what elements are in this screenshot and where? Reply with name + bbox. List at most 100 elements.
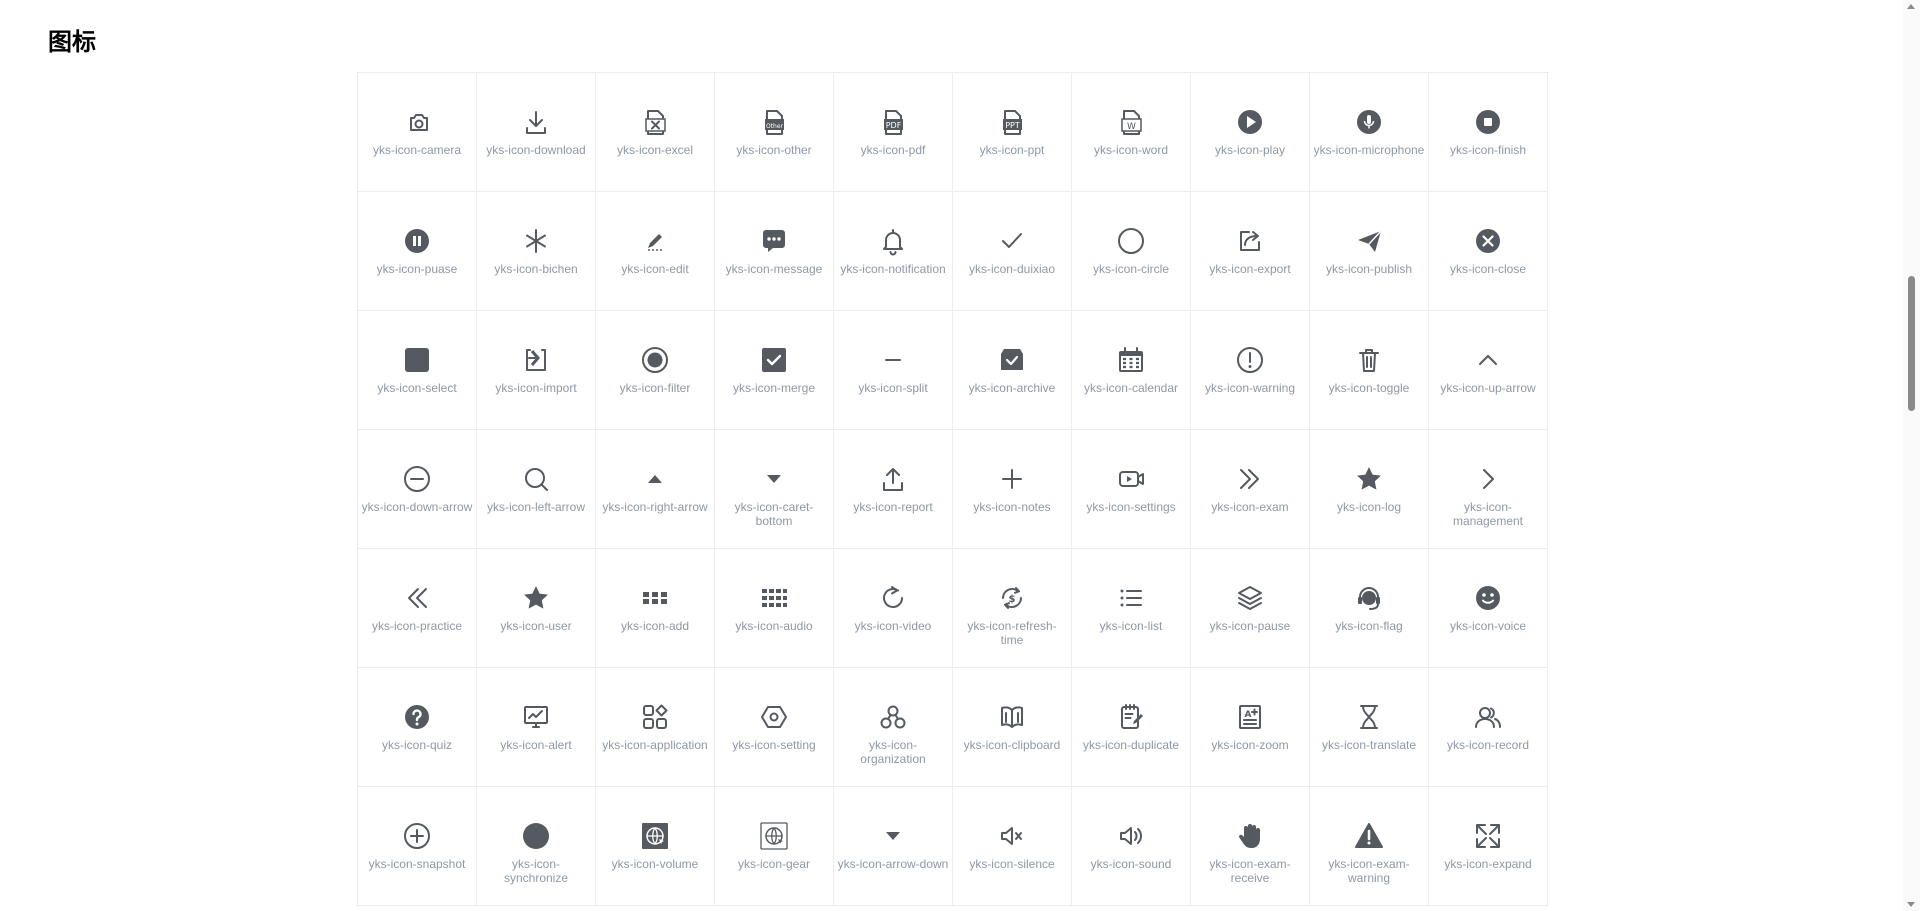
camera-icon: [402, 107, 432, 137]
icon-tile[interactable]: yks-icon-sound: [1072, 787, 1191, 906]
icon-tile[interactable]: yks-icon-expand: [1429, 787, 1548, 906]
icon-tile-label: yks-icon-message: [725, 262, 823, 276]
icon-tile[interactable]: yks-icon-up-arrow: [1429, 311, 1548, 430]
icon-tile[interactable]: yks-icon-archive: [953, 311, 1072, 430]
icon-tile[interactable]: yks-icon-arrow-down: [834, 787, 953, 906]
icon-tile[interactable]: yks-icon-notes: [953, 430, 1072, 549]
icon-tile-label: yks-icon-setting: [732, 738, 816, 752]
speaker-mute-icon: [997, 821, 1027, 851]
icon-tile[interactable]: yks-icon-silence: [953, 787, 1072, 906]
icon-tile-label: yks-icon-filter: [619, 381, 691, 395]
file-pdf-icon: PDF: [878, 107, 908, 137]
icon-tile[interactable]: yks-icon-export: [1191, 192, 1310, 311]
icon-tile-label: yks-icon-warning: [1204, 381, 1296, 395]
icon-tile[interactable]: yks-icon-download: [477, 73, 596, 192]
scroll-thumb[interactable]: [1908, 276, 1915, 411]
icon-tile-label: yks-icon-voice: [1449, 619, 1527, 633]
icon-tile[interactable]: yks-icon-volume: [596, 787, 715, 906]
icon-tile[interactable]: yks-icon-pause: [1191, 549, 1310, 668]
import-box-icon: [521, 345, 551, 375]
users-icon: [1473, 702, 1503, 732]
icon-tile[interactable]: yks-icon-voice: [1429, 549, 1548, 668]
icon-tile-label: yks-icon-silence: [969, 857, 1055, 871]
icon-tile[interactable]: yks-icon-organization: [834, 668, 953, 787]
icon-tile[interactable]: Other yks-icon-other: [715, 73, 834, 192]
icon-tile[interactable]: yks-icon-left-arrow: [477, 430, 596, 549]
icon-tile[interactable]: yks-icon-camera: [358, 73, 477, 192]
icon-tile[interactable]: yks-icon-excel: [596, 73, 715, 192]
icon-tile[interactable]: yks-icon-edit: [596, 192, 715, 311]
hourglass-icon: [1354, 702, 1384, 732]
icon-tile[interactable]: yks-icon-add: [596, 549, 715, 668]
icon-tile[interactable]: yks-icon-warning: [1191, 311, 1310, 430]
icon-tile[interactable]: PPT yks-icon-ppt: [953, 73, 1072, 192]
scroll-down-arrow-icon[interactable]: [1907, 902, 1915, 907]
icon-tile[interactable]: yks-icon-clipboard: [953, 668, 1072, 787]
icon-tile[interactable]: $ yks-icon-refresh-time: [953, 549, 1072, 668]
icon-tile[interactable]: yks-icon-finish: [1429, 73, 1548, 192]
icon-tile[interactable]: yks-icon-select: [358, 311, 477, 430]
icon-tile[interactable]: yks-icon-snapshot: [358, 787, 477, 906]
expand-icon: [1473, 821, 1503, 851]
icon-tile[interactable]: yks-icon-log: [1310, 430, 1429, 549]
icon-tile-label: yks-icon-synchronize: [503, 857, 569, 885]
icon-tile[interactable]: yks-icon-alert: [477, 668, 596, 787]
icon-tile-label: yks-icon-video: [854, 619, 932, 633]
icon-tile[interactable]: yks-icon-duplicate: [1072, 668, 1191, 787]
scroll-up-arrow-icon[interactable]: [1907, 4, 1915, 9]
icon-tile[interactable]: yks-icon-duixiao: [953, 192, 1072, 311]
icon-tile[interactable]: yks-icon-record: [1429, 668, 1548, 787]
icon-tile[interactable]: yks-icon-down-arrow: [358, 430, 477, 549]
icon-tile[interactable]: yks-icon-application: [596, 668, 715, 787]
icon-tile[interactable]: yks-icon-setting: [715, 668, 834, 787]
icon-tile[interactable]: yks-icon-settings: [1072, 430, 1191, 549]
icon-tile[interactable]: yks-icon-list: [1072, 549, 1191, 668]
icon-tile[interactable]: yks-icon-filter: [596, 311, 715, 430]
icon-tile[interactable]: yks-icon-exam-receive: [1191, 787, 1310, 906]
icon-tile-label: yks-icon-translate: [1321, 738, 1417, 752]
icon-tile[interactable]: yks-icon-publish: [1310, 192, 1429, 311]
icon-tile[interactable]: yks-icon-exam: [1191, 430, 1310, 549]
icon-tile[interactable]: yks-icon-notification: [834, 192, 953, 311]
vertical-scrollbar[interactable]: [1903, 0, 1920, 911]
icon-tile[interactable]: PDF yks-icon-pdf: [834, 73, 953, 192]
icon-tile[interactable]: yks-icon-video: [834, 549, 953, 668]
icon-tile[interactable]: yks-icon-toggle: [1310, 311, 1429, 430]
icon-tile[interactable]: yks-icon-play: [1191, 73, 1310, 192]
bell-icon: [878, 226, 908, 256]
globe-light-icon: [759, 821, 789, 851]
icon-tile[interactable]: yks-icon-user: [477, 549, 596, 668]
icon-tile[interactable]: yks-icon-message: [715, 192, 834, 311]
icon-tile-label: yks-icon-report: [853, 500, 933, 514]
icon-tile[interactable]: yks-icon-split: [834, 311, 953, 430]
icon-tile[interactable]: yks-icon-circle: [1072, 192, 1191, 311]
icon-tile-label: yks-icon-excel: [616, 143, 694, 157]
icon-tile[interactable]: Wyks-icon-word: [1072, 73, 1191, 192]
apps-icon: [640, 702, 670, 732]
file-x-icon: [640, 107, 670, 137]
icon-tile[interactable]: yks-icon-bichen: [477, 192, 596, 311]
icon-tile[interactable]: yks-icon-calendar: [1072, 311, 1191, 430]
icon-tile[interactable]: yks-icon-synchronize: [477, 787, 596, 906]
icon-tile[interactable]: yks-icon-gear: [715, 787, 834, 906]
icon-tile[interactable]: yks-icon-right-arrow: [596, 430, 715, 549]
icon-tile[interactable]: yks-icon-report: [834, 430, 953, 549]
icon-tile[interactable]: yks-icon-merge: [715, 311, 834, 430]
icon-tile[interactable]: yks-icon-import: [477, 311, 596, 430]
icon-tile-label: yks-icon-alert: [500, 738, 572, 752]
icon-tile[interactable]: yks-icon-management: [1429, 430, 1548, 549]
icon-tile[interactable]: yks-icon-close: [1429, 192, 1548, 311]
hand-icon: [1235, 821, 1265, 851]
icon-tile[interactable]: yks-icon-microphone: [1310, 73, 1429, 192]
caret-down-icon: [759, 464, 789, 494]
icon-tile[interactable]: yks-icon-flag: [1310, 549, 1429, 668]
icon-tile[interactable]: yks-icon-exam-warning: [1310, 787, 1429, 906]
icon-tile[interactable]: yks-icon-puase: [358, 192, 477, 311]
icon-tile[interactable]: yks-icon-caret-bottom: [715, 430, 834, 549]
icon-tile[interactable]: Ayks-icon-zoom: [1191, 668, 1310, 787]
icon-tile[interactable]: yks-icon-audio: [715, 549, 834, 668]
icon-tile[interactable]: yks-icon-quiz: [358, 668, 477, 787]
icon-tile[interactable]: yks-icon-translate: [1310, 668, 1429, 787]
icon-tile[interactable]: yks-icon-practice: [358, 549, 477, 668]
star-icon: [521, 583, 551, 613]
